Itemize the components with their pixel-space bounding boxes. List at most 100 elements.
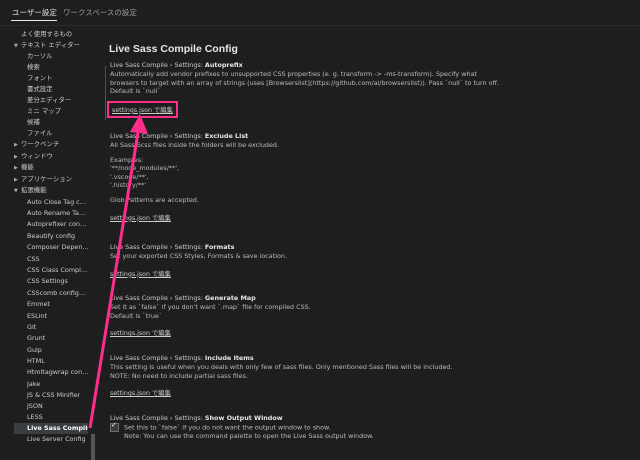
- toc-item-font[interactable]: フォント: [27, 73, 89, 84]
- setting-note: Glob Patterns are accepted.: [110, 195, 199, 204]
- edit-in-settings-json-link[interactable]: settings.json で編集: [110, 269, 171, 278]
- sidebar-scrollbar[interactable]: [91, 434, 95, 460]
- toc-item-ext[interactable]: Git: [27, 322, 89, 333]
- setting-description: Set your exported CSS Styles, Formats & …: [110, 252, 287, 260]
- edit-in-settings-json-link[interactable]: settings.json で編集: [110, 328, 171, 337]
- toc-item-text-editor[interactable]: ▼ テキスト エディター: [14, 40, 80, 51]
- setting-generate-map: Live Sass Compile › Settings: Generate M…: [110, 294, 510, 339]
- setting-formats: Live Sass Compile › Settings: Formats Se…: [110, 243, 510, 280]
- toc-label: フォント: [27, 74, 53, 82]
- setting-default: Default is `null`: [110, 87, 161, 96]
- toc-label: 候補: [27, 118, 40, 126]
- setting-prefix: Live Sass Compile › Settings:: [110, 61, 205, 69]
- setting-note: Note: You can use the command palette to…: [124, 432, 374, 441]
- setting-name: Generate Map: [204, 294, 256, 302]
- setting-show-output-window: Live Sass Compile › Settings: Show Outpu…: [110, 414, 510, 441]
- toc-item-commonly-used[interactable]: よく使用するもの: [21, 29, 72, 40]
- toc-item-formatting[interactable]: 書式設定: [27, 84, 89, 95]
- toc-label: 拡張機能: [21, 186, 47, 194]
- toc-label: 書式設定: [27, 85, 53, 93]
- setting-description: All Sass/Scss files inside the folders w…: [110, 141, 279, 149]
- toc-label: ミニ マップ: [27, 107, 61, 115]
- setting-description: This setting is useful when you deals wi…: [110, 363, 453, 371]
- toc-item-ext[interactable]: Autoprefixer config...: [27, 219, 89, 230]
- setting-name: Include Items: [204, 354, 254, 362]
- setting-title: Live Sass Compile › Settings: Formats: [110, 243, 510, 252]
- toc-item-suggestions[interactable]: 候補: [27, 117, 89, 128]
- edit-in-settings-json-link[interactable]: settings.json で編集: [110, 388, 171, 397]
- toc-item-extensions[interactable]: ▼ 拡張機能: [14, 185, 47, 196]
- chevron-right-icon: ▶: [14, 154, 18, 160]
- setting-title: Live Sass Compile › Settings: Show Outpu…: [110, 414, 510, 423]
- setting-title: Live Sass Compile › Settings: Generate M…: [110, 294, 510, 303]
- toc-label: ウィンドウ: [21, 152, 53, 160]
- setting-description: Automatically add vendor prefixes to uns…: [110, 70, 499, 87]
- toc-item-ext[interactable]: Composer Depend...: [27, 242, 89, 253]
- toc-item-ext[interactable]: Emmet: [27, 299, 89, 310]
- toc-item-ext[interactable]: Auto Close Tag con...: [27, 197, 89, 208]
- toc-item-ext[interactable]: HTML: [27, 356, 89, 367]
- toc-item-ext[interactable]: JS & CSS Minifier: [27, 390, 89, 401]
- setting-name: Autoprefix: [204, 61, 243, 69]
- chevron-right-icon: ▶: [14, 165, 18, 171]
- settings-toc: よく使用するもの ▼ テキスト エディター カーソル 検索 フォント 書式設定 差…: [0, 26, 98, 460]
- toc-label: テキスト エディター: [21, 41, 80, 49]
- toc-item-files[interactable]: ファイル: [27, 128, 89, 139]
- toc-item-ext[interactable]: Auto Rename Tag c...: [27, 208, 89, 219]
- focus-indicator: [105, 66, 106, 120]
- toc-item-ext[interactable]: Jake: [27, 379, 89, 390]
- setting-checkbox-row: Set this to `false` if you do not want t…: [110, 421, 502, 432]
- toc-item-ext[interactable]: Gulp: [27, 345, 89, 356]
- examples-heading: Examples:: [110, 155, 144, 164]
- toc-item-ext[interactable]: Live Server Config: [27, 434, 89, 445]
- setting-prefix: Live Sass Compile › Settings:: [110, 132, 205, 140]
- settings-editor: Live Sass Compile Config Live Sass Compi…: [100, 30, 640, 443]
- toc-item-ext[interactable]: CSS Class Completi...: [27, 265, 89, 276]
- toc-label: 検索: [27, 63, 40, 71]
- toc-item-features[interactable]: ▶ 機能: [14, 162, 34, 173]
- toc-item-cursor[interactable]: カーソル: [27, 51, 89, 62]
- active-tab-indicator: [11, 20, 57, 21]
- setting-prefix: Live Sass Compile › Settings:: [110, 294, 205, 302]
- toc-label: 差分エディター: [27, 96, 72, 104]
- toc-item-ext[interactable]: Beautify config: [27, 231, 89, 242]
- setting-description: Set it as `false` if you don't want `.ma…: [110, 303, 311, 311]
- setting-autoprefix: Live Sass Compile › Settings: Autoprefix…: [107, 61, 510, 118]
- setting-name: Formats: [204, 243, 235, 251]
- toc-item-minimap[interactable]: ミニ マップ: [27, 106, 89, 117]
- toc-label: ファイル: [27, 129, 53, 137]
- chevron-down-icon: ▼: [14, 188, 18, 194]
- toc-item-ext[interactable]: CSS: [27, 254, 89, 265]
- setting-prefix: Live Sass Compile › Settings:: [110, 243, 205, 251]
- tab-user-settings[interactable]: ユーザー設定: [12, 7, 57, 18]
- example-line: '.vscode/**',: [110, 172, 149, 181]
- chevron-right-icon: ▶: [14, 177, 18, 183]
- toc-item-workbench[interactable]: ▶ ワークベンチ: [14, 139, 59, 150]
- toc-item-ext[interactable]: CSScomb configura...: [27, 288, 89, 299]
- toc-item-diff-editor[interactable]: 差分エディター: [27, 95, 89, 106]
- tab-workspace-settings[interactable]: ワークスペースの設定: [63, 7, 137, 18]
- setting-title: Live Sass Compile › Settings: Autoprefix: [110, 61, 510, 70]
- setting-name: Show Output Window: [204, 414, 283, 422]
- toc-item-ext[interactable]: JSON: [27, 401, 89, 412]
- toc-item-live-sass-compile[interactable]: Live Sass Compile...: [14, 423, 88, 434]
- toc-label: よく使用するもの: [21, 30, 73, 38]
- chevron-right-icon: ▶: [14, 142, 18, 148]
- edit-in-settings-json-link[interactable]: settings.json で編集: [110, 213, 171, 222]
- toc-item-ext[interactable]: LESS: [27, 412, 89, 423]
- toc-item-ext[interactable]: CSS Settings: [27, 276, 89, 287]
- example-line: '**/node_modules/**',: [110, 164, 180, 173]
- toc-item-window[interactable]: ▶ ウィンドウ: [14, 151, 53, 162]
- toc-label: ワークベンチ: [21, 140, 60, 148]
- edit-in-settings-json-link[interactable]: settings.json で編集: [107, 100, 178, 118]
- show-output-window-checkbox[interactable]: [110, 421, 119, 432]
- toc-item-application[interactable]: ▶ アプリケーション: [14, 174, 72, 185]
- setting-prefix: Live Sass Compile › Settings:: [110, 414, 205, 422]
- setting-include-items: Live Sass Compile › Settings: Include It…: [110, 354, 510, 399]
- setting-description: Set this to `false` if you do not want t…: [124, 423, 331, 432]
- toc-item-find[interactable]: 検索: [27, 62, 89, 73]
- page-title: Live Sass Compile Config: [109, 43, 238, 55]
- toc-item-ext[interactable]: ESLint: [27, 311, 89, 322]
- toc-item-ext[interactable]: Grunt: [27, 333, 89, 344]
- toc-item-ext[interactable]: Htmltagwrap config...: [27, 367, 89, 378]
